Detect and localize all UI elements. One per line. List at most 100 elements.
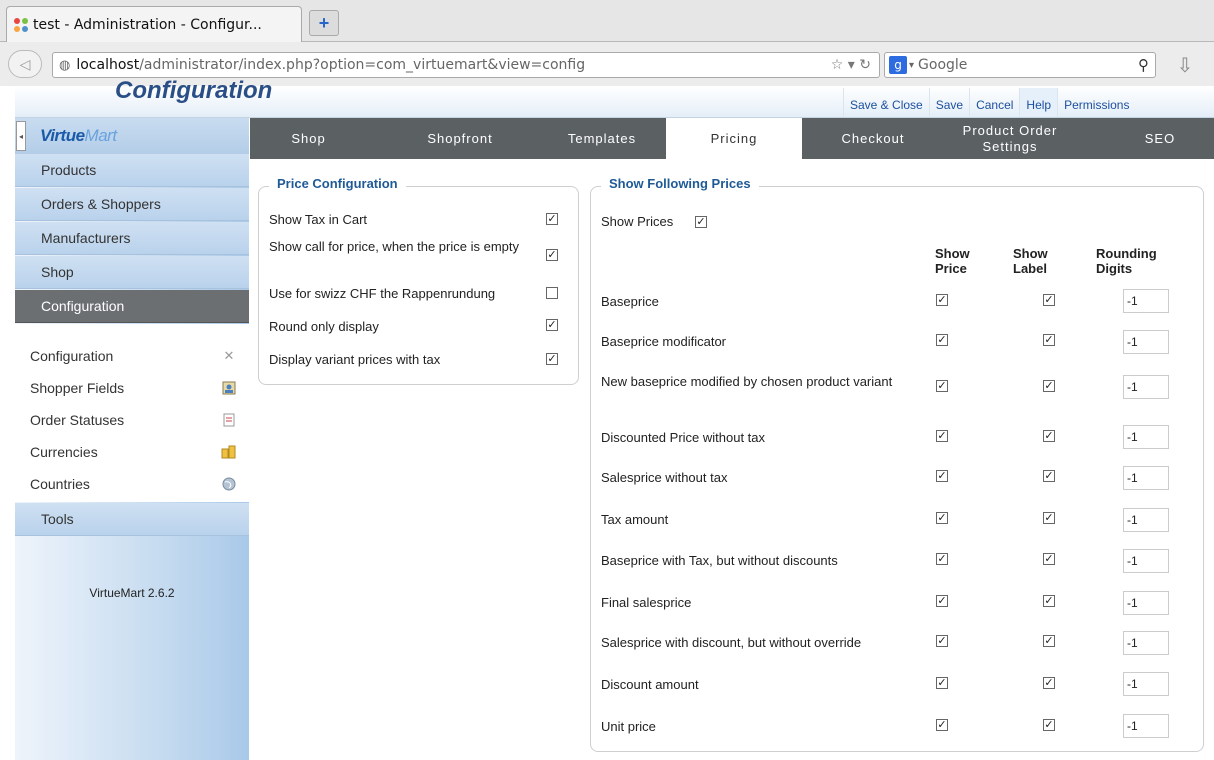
search-icon[interactable]: ⚲: [1138, 56, 1149, 74]
logo-part-a: Virtue: [40, 126, 85, 145]
round-only-display-checkbox[interactable]: ✓: [546, 319, 558, 331]
tab-label: Shopfront: [427, 130, 493, 146]
download-icon[interactable]: ⇩: [1170, 52, 1200, 78]
rounding-digits-input[interactable]: [1123, 375, 1169, 399]
show-price-checkbox[interactable]: ✓: [936, 595, 948, 607]
show-price-checkbox[interactable]: ✓: [936, 470, 948, 482]
price-config-label: Round only display: [269, 319, 379, 334]
tab-seo[interactable]: SEO: [1120, 118, 1200, 159]
sidebar-item-tools[interactable]: Tools: [15, 503, 249, 536]
price-row-label: Salesprice without tax: [601, 470, 728, 485]
tools-icon: ✕: [223, 348, 235, 363]
tab-label: Checkout: [841, 130, 905, 146]
show-label-checkbox[interactable]: ✓: [1043, 430, 1055, 442]
sidebar-item-products[interactable]: Products: [15, 154, 249, 187]
submenu-item-order-statuses[interactable]: Order Statuses: [15, 404, 249, 436]
price-row-label: Baseprice: [601, 294, 659, 309]
show-label-checkbox[interactable]: ✓: [1043, 719, 1055, 731]
submenu-item-label: Order Statuses: [30, 412, 125, 428]
rounding-digits-input[interactable]: [1123, 508, 1169, 532]
show-call-for-price-checkbox[interactable]: ✓: [546, 249, 558, 261]
submenu-item-shopper-fields[interactable]: Shopper Fields: [15, 372, 249, 404]
tab-shop[interactable]: Shop: [250, 118, 367, 159]
show-label-checkbox[interactable]: ✓: [1043, 380, 1055, 392]
submenu-item-currencies[interactable]: Currencies: [15, 436, 249, 468]
show-label-checkbox[interactable]: ✓: [1043, 512, 1055, 524]
rounding-digits-input[interactable]: [1123, 591, 1169, 615]
browser-tab[interactable]: test - Administration - Configur...: [6, 6, 302, 42]
sidebar-item-shop[interactable]: Shop: [15, 256, 249, 289]
configuration-submenu: Configuration ✕ Shopper Fields Order Sta…: [15, 324, 249, 502]
virtuemart-logo: VirtueMart: [40, 126, 117, 146]
submenu-item-label: Currencies: [30, 444, 98, 460]
show-price-checkbox[interactable]: ✓: [936, 553, 948, 565]
submenu-item-countries[interactable]: Countries: [15, 468, 249, 500]
sidebar-item-configuration[interactable]: Configuration: [15, 290, 249, 323]
rounding-digits-input[interactable]: [1123, 549, 1169, 573]
bookmark-star-icon[interactable]: ☆ ▾ ↻: [831, 57, 871, 73]
show-following-prices-fieldset: Show Following Prices Show Prices ✓ Show…: [590, 176, 1204, 752]
price-config-label: Display variant prices with tax: [269, 352, 441, 367]
price-row-label: Discount amount: [601, 677, 699, 692]
search-engine-dropdown-icon[interactable]: ▾: [909, 60, 914, 71]
new-tab-button[interactable]: +: [309, 10, 339, 36]
show-price-checkbox[interactable]: ✓: [936, 719, 948, 731]
rounding-digits-input[interactable]: [1123, 714, 1169, 738]
show-price-checkbox[interactable]: ✓: [936, 380, 948, 392]
show-price-checkbox[interactable]: ✓: [936, 635, 948, 647]
rounding-digits-input[interactable]: [1123, 425, 1169, 449]
submenu-item-configuration[interactable]: Configuration ✕: [15, 340, 249, 372]
back-button[interactable]: ◁: [8, 50, 42, 78]
rounding-digits-input[interactable]: [1123, 672, 1169, 696]
show-price-checkbox[interactable]: ✓: [936, 677, 948, 689]
search-bar[interactable]: g ▾ Google ⚲: [884, 52, 1156, 78]
collapse-sidebar-button[interactable]: ◂: [16, 121, 26, 151]
tab-label: Product Order Settings: [962, 122, 1058, 154]
save-button[interactable]: Save: [928, 88, 969, 116]
google-search-engine-icon[interactable]: g: [889, 56, 907, 74]
show-label-checkbox[interactable]: ✓: [1043, 595, 1055, 607]
col-header-show-label: Show Label: [1013, 246, 1048, 276]
sidebar-item-manufacturers[interactable]: Manufacturers: [15, 222, 249, 255]
show-price-checkbox[interactable]: ✓: [936, 430, 948, 442]
variant-prices-with-tax-checkbox[interactable]: ✓: [546, 353, 558, 365]
sidebar-item-orders-shoppers[interactable]: Orders & Shoppers: [15, 188, 249, 221]
show-label-checkbox[interactable]: ✓: [1043, 294, 1055, 306]
price-configuration-fieldset: Price Configuration Show Tax in Cart ✓ S…: [258, 176, 579, 385]
show-label-checkbox[interactable]: ✓: [1043, 470, 1055, 482]
rounding-digits-input[interactable]: [1123, 631, 1169, 655]
tab-shopfront[interactable]: Shopfront: [400, 118, 520, 159]
rappenrundung-checkbox[interactable]: [546, 287, 558, 299]
browser-tab-bar: test - Administration - Configur... +: [0, 0, 1214, 42]
show-price-checkbox[interactable]: ✓: [936, 294, 948, 306]
globe-icon: [221, 476, 237, 492]
url-bar[interactable]: ◍ localhost/administrator/index.php?opti…: [52, 52, 880, 78]
price-config-label: Show call for price, when the price is e…: [269, 239, 519, 254]
show-tax-in-cart-checkbox[interactable]: ✓: [546, 213, 558, 225]
price-row-label: Baseprice with Tax, but without discount…: [601, 553, 838, 568]
permissions-button[interactable]: Permissions: [1057, 88, 1135, 116]
tab-label: Pricing: [710, 130, 758, 146]
show-label-checkbox[interactable]: ✓: [1043, 635, 1055, 647]
save-close-button[interactable]: Save & Close: [843, 88, 929, 116]
help-button[interactable]: Help: [1019, 88, 1058, 116]
rounding-digits-input[interactable]: [1123, 466, 1169, 490]
submenu-item-label: Configuration: [30, 348, 114, 364]
admin-header: Configuration Save & Close Save Cancel H…: [15, 77, 1214, 118]
search-placeholder: Google: [918, 57, 968, 73]
tab-product-order-settings[interactable]: Product Order Settings: [946, 118, 1074, 159]
tab-pricing[interactable]: Pricing: [666, 118, 802, 159]
show-prices-checkbox[interactable]: ✓: [695, 216, 707, 228]
tab-checkout[interactable]: Checkout: [820, 118, 926, 159]
rounding-digits-input[interactable]: [1123, 289, 1169, 313]
show-label-checkbox[interactable]: ✓: [1043, 677, 1055, 689]
shopper-fields-icon: [221, 380, 237, 396]
rounding-digits-input[interactable]: [1123, 330, 1169, 354]
show-label-checkbox[interactable]: ✓: [1043, 553, 1055, 565]
show-price-checkbox[interactable]: ✓: [936, 334, 948, 346]
show-price-checkbox[interactable]: ✓: [936, 512, 948, 524]
url-host: localhost: [76, 57, 140, 73]
show-label-checkbox[interactable]: ✓: [1043, 334, 1055, 346]
cancel-button[interactable]: Cancel: [969, 88, 1019, 116]
tab-templates[interactable]: Templates: [542, 118, 662, 159]
